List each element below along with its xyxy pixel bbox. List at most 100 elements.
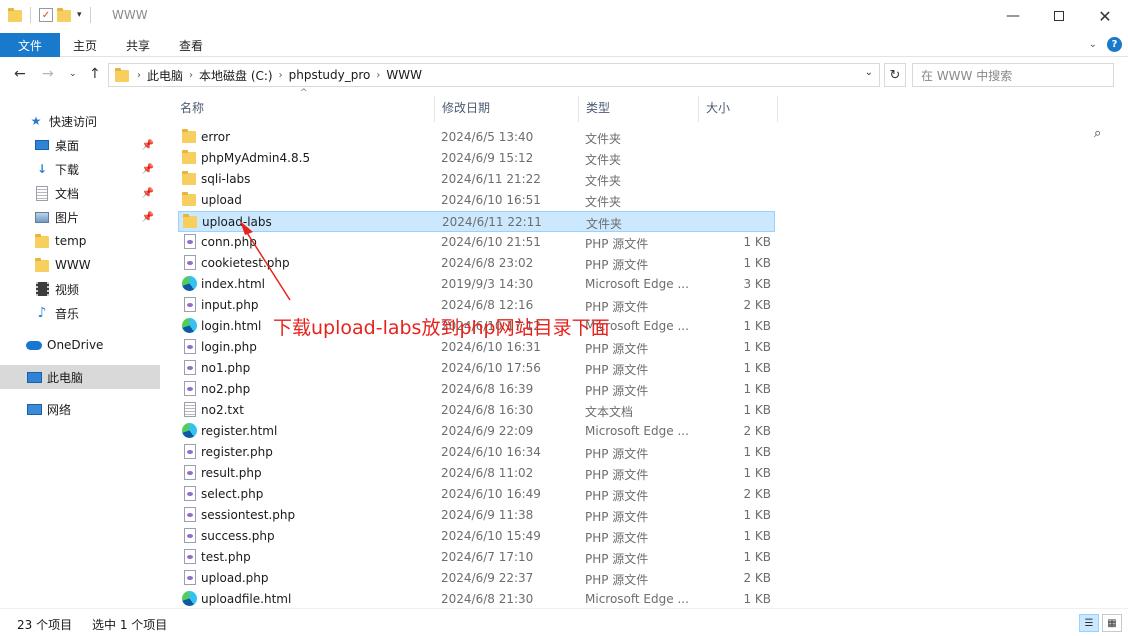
tab-view[interactable]: 查看 [179, 33, 203, 57]
maximize-button[interactable] [1036, 0, 1082, 32]
properties-icon[interactable]: ✓ [39, 8, 53, 22]
pin-icon[interactable]: 📌 [142, 140, 154, 151]
table-row[interactable]: conn.php 2024/6/10 21:51 PHP 源文件 1 KB [178, 232, 775, 253]
computer-icon [26, 369, 42, 385]
table-row[interactable]: cookietest.php 2024/6/8 23:02 PHP 源文件 1 KB [178, 253, 775, 274]
table-row[interactable]: error 2024/6/5 13:40 文件夹 [178, 127, 775, 148]
large-icons-view-icon: ▦ [1107, 617, 1117, 629]
breadcrumb-www[interactable]: WWW [386, 68, 422, 82]
expand-ribbon-icon[interactable]: ⌄ [1089, 39, 1097, 50]
table-row[interactable]: success.php 2024/6/10 15:49 PHP 源文件 1 KB [178, 526, 775, 547]
back-icon[interactable]: ← [14, 66, 26, 82]
help-icon[interactable]: ? [1107, 37, 1122, 52]
forward-icon[interactable]: → [42, 66, 54, 82]
refresh-button[interactable]: ↻ [884, 63, 906, 87]
nav-item-music[interactable]: ♪ 音乐 [0, 301, 160, 325]
customize-toolbar-icon[interactable]: ▾ [77, 10, 82, 20]
tab-share[interactable]: 共享 [126, 33, 150, 57]
table-row[interactable]: select.php 2024/6/10 16:49 PHP 源文件 2 KB [178, 484, 775, 505]
php-file-icon [182, 381, 198, 397]
pin-icon[interactable]: 📌 [142, 212, 154, 223]
nav-item-desktop[interactable]: 桌面 📌 [0, 133, 160, 157]
tab-home[interactable]: 主页 [73, 33, 97, 57]
file-name: login.html [201, 319, 262, 333]
nav-item-downloads[interactable]: ↓ 下载 📌 [0, 157, 160, 181]
chevron-right-icon[interactable]: › [376, 70, 380, 81]
table-row[interactable]: no2.php 2024/6/8 16:39 PHP 源文件 1 KB [178, 379, 775, 400]
table-row[interactable]: register.html 2024/6/9 22:09 Microsoft Edg… [178, 421, 775, 442]
up-icon[interactable]: ↑ [89, 66, 101, 82]
file-size: 1 KB [743, 319, 771, 333]
folder-icon [34, 233, 50, 249]
file-name: upload-labs [202, 215, 272, 229]
recent-locations-icon[interactable]: ⌄ [69, 69, 77, 79]
chevron-right-icon[interactable]: › [279, 70, 283, 81]
pin-icon[interactable]: 📌 [142, 188, 154, 199]
table-row[interactable]: no2.txt 2024/6/8 16:30 文本文档 1 KB [178, 400, 775, 421]
breadcrumb-this-pc[interactable]: 此电脑 [147, 67, 183, 84]
file-type: PHP 源文件 [585, 342, 649, 356]
table-row[interactable]: result.php 2024/6/8 11:02 PHP 源文件 1 KB [178, 463, 775, 484]
close-icon: ✕ [1098, 6, 1112, 26]
chevron-right-icon[interactable]: › [189, 70, 193, 81]
table-row[interactable]: upload 2024/6/10 16:51 文件夹 [178, 190, 775, 211]
address-bar[interactable]: › 此电脑 › 本地磁盘 (C:) › phpstudy_pro › WWW ⌄ [108, 63, 880, 87]
tab-file[interactable]: 文件 [0, 33, 60, 57]
large-icons-view-button[interactable]: ▦ [1102, 614, 1122, 632]
nav-item-temp[interactable]: temp [0, 229, 160, 253]
breadcrumb-phpstudy[interactable]: phpstudy_pro [289, 68, 371, 82]
nav-item-this-pc[interactable]: 此电脑 [0, 365, 160, 389]
chevron-down-icon[interactable]: ⌄ [865, 67, 873, 78]
star-icon: ★ [30, 114, 42, 128]
minimize-button[interactable]: — [990, 0, 1036, 32]
table-row[interactable]: test.php 2024/6/7 17:10 PHP 源文件 1 KB [178, 547, 775, 568]
file-name: upload [201, 193, 242, 207]
close-button[interactable]: ✕ [1082, 0, 1128, 32]
annotation-text: 下载upload-labs放到php网站目录下面 [273, 317, 610, 339]
nav-item-www[interactable]: WWW [0, 253, 160, 277]
nav-item-network[interactable]: 网络 [0, 397, 160, 421]
column-header-type[interactable]: 类型 [578, 92, 698, 122]
search-input[interactable]: 在 WWW 中搜索 [912, 63, 1114, 87]
title-bar: ✓ ▾ WWW — ✕ [0, 0, 1128, 32]
table-row[interactable]: sqli-labs 2024/6/11 21:22 文件夹 [178, 169, 775, 190]
table-row[interactable]: upload-labs 2024/6/11 22:11 文件夹 [178, 211, 775, 232]
table-row[interactable]: register.php 2024/6/10 16:34 PHP 源文件 1 KB [178, 442, 775, 463]
table-row[interactable]: phpMyAdmin4.8.5 2024/6/9 15:12 文件夹 [178, 148, 775, 169]
nav-item-videos[interactable]: 视频 [0, 277, 160, 301]
file-type: 文件夹 [585, 195, 622, 209]
breadcrumb-local-disk[interactable]: 本地磁盘 (C:) [199, 67, 273, 84]
file-type: PHP 源文件 [585, 489, 649, 503]
folder-icon [182, 192, 198, 208]
file-type: 文件夹 [585, 174, 622, 188]
nav-item-label: 网络 [47, 402, 72, 417]
table-row[interactable]: login.php 2024/6/10 16:31 PHP 源文件 1 KB [178, 337, 775, 358]
details-view-button[interactable]: ☰ [1079, 614, 1099, 632]
php-file-icon [182, 507, 198, 523]
column-header-name[interactable]: 名称 [172, 92, 434, 122]
folder-icon [115, 68, 131, 82]
column-header-size[interactable]: 大小 [698, 92, 778, 122]
column-divider[interactable] [777, 96, 778, 122]
table-row[interactable]: upload.php 2024/6/9 22:37 PHP 源文件 2 KB [178, 568, 775, 589]
file-type: 文件夹 [586, 217, 623, 231]
nav-item-quick-access[interactable]: ★ 快速访问 [0, 109, 160, 133]
new-folder-icon[interactable] [57, 8, 73, 22]
file-date: 2024/6/10 16:34 [441, 445, 541, 459]
nav-item-pictures[interactable]: 图片 📌 [0, 205, 160, 229]
nav-item-onedrive[interactable]: OneDrive [0, 333, 160, 357]
column-header-label: 大小 [706, 100, 731, 115]
file-date: 2024/6/11 22:11 [442, 215, 542, 229]
file-name: register.php [201, 445, 273, 459]
file-name: input.php [201, 298, 259, 312]
file-date: 2024/6/9 22:09 [441, 424, 534, 438]
file-size: 1 KB [743, 340, 771, 354]
table-row[interactable]: sessiontest.php 2024/6/9 11:38 PHP 源文件 1 KB [178, 505, 775, 526]
nav-item-documents[interactable]: 文档 📌 [0, 181, 160, 205]
column-header-date[interactable]: 修改日期 [434, 92, 578, 122]
table-row[interactable]: uploadfile.html 2024/6/8 21:30 Microsoft E… [178, 589, 775, 610]
table-row[interactable]: no1.php 2024/6/10 17:56 PHP 源文件 1 KB [178, 358, 775, 379]
maximize-icon [1054, 11, 1064, 21]
pin-icon[interactable]: 📌 [142, 164, 154, 175]
table-row[interactable]: index.html 2019/9/3 14:30 Microsoft Edge .… [178, 274, 775, 295]
